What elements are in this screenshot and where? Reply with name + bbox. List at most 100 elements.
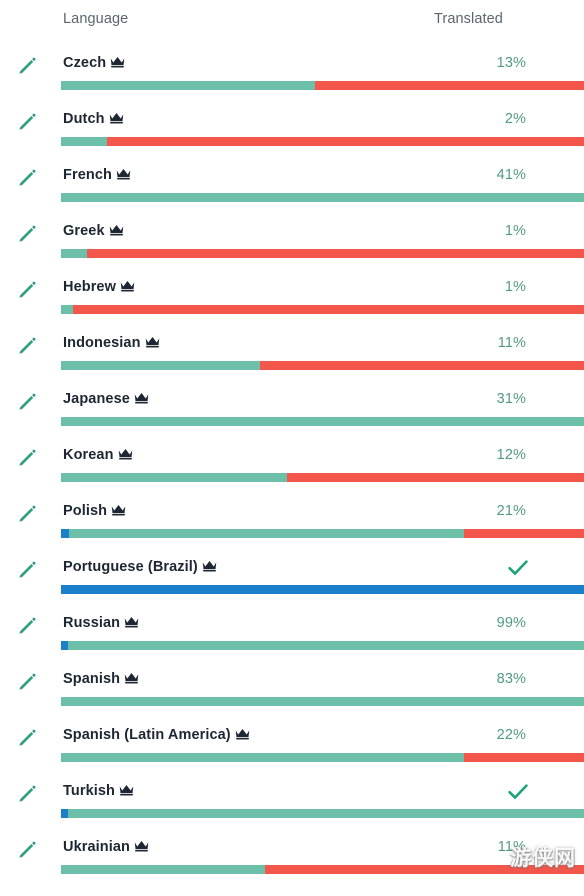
language-name-label: Spanish (Latin America) <box>63 727 231 743</box>
language-row: Spanish 83% <box>0 658 584 714</box>
language-name[interactable]: Korean <box>63 447 133 463</box>
language-name[interactable]: Indonesian <box>63 335 160 351</box>
progress-segment-green <box>61 753 464 762</box>
language-name[interactable]: Portuguese (Brazil) <box>63 559 217 575</box>
language-name-label: Indonesian <box>63 335 141 351</box>
crown-icon <box>141 335 160 351</box>
language-name-label: Russian <box>63 615 121 631</box>
crown-icon <box>120 671 139 687</box>
progress-bar <box>61 81 584 90</box>
progress-segment-red <box>264 865 584 874</box>
language-name[interactable]: Czech <box>63 55 125 71</box>
language-name-label: Ukrainian <box>63 839 130 855</box>
pencil-icon[interactable] <box>17 784 37 804</box>
progress-bar <box>61 753 584 762</box>
language-name-label: French <box>63 167 112 183</box>
column-header-translated: Translated <box>434 11 503 27</box>
language-row: Indonesian 11% <box>0 322 584 378</box>
progress-segment-green <box>61 137 108 146</box>
translated-percent: 2% <box>504 111 526 127</box>
translated-percent: 41% <box>496 167 526 183</box>
language-row: Korean 12% <box>0 434 584 490</box>
progress-segment-blue <box>61 585 584 594</box>
progress-bar <box>61 249 584 258</box>
language-name[interactable]: Greek <box>63 223 124 239</box>
language-name-label: Japanese <box>63 391 130 407</box>
translated-percent: 11% <box>497 335 526 351</box>
language-list: Czech 13% Dutch 2% French 41% Greek 1% Hebrew 1% I… <box>0 42 584 882</box>
progress-bar <box>61 137 584 146</box>
translated-percent: 83% <box>496 671 526 687</box>
progress-segment-green <box>67 809 584 818</box>
pencil-icon[interactable] <box>17 56 37 76</box>
progress-bar <box>61 641 584 650</box>
pencil-icon[interactable] <box>17 392 37 412</box>
translated-percent: 12% <box>496 447 526 463</box>
progress-segment-green <box>61 193 584 202</box>
pencil-icon[interactable] <box>17 168 37 188</box>
language-row: Czech 13% <box>0 42 584 98</box>
language-name[interactable]: Polish <box>63 503 126 519</box>
progress-segment-red <box>107 137 584 146</box>
language-name[interactable]: French <box>63 167 131 183</box>
progress-bar <box>61 529 584 538</box>
progress-bar <box>61 809 584 818</box>
check-icon <box>508 559 528 577</box>
translated-percent: 13% <box>496 55 526 71</box>
progress-bar <box>61 473 584 482</box>
crown-icon <box>120 615 139 631</box>
language-name-label: Spanish <box>63 671 121 687</box>
language-name[interactable]: Spanish (Latin America) <box>63 727 250 743</box>
progress-segment-red <box>87 249 584 258</box>
translated-percent: 11% <box>497 839 526 855</box>
language-name[interactable]: Russian <box>63 615 139 631</box>
progress-segment-green <box>61 361 260 370</box>
progress-segment-green <box>67 641 584 650</box>
pencil-icon[interactable] <box>17 560 37 580</box>
crown-icon <box>107 503 126 519</box>
progress-segment-red <box>286 473 584 482</box>
language-name[interactable]: Ukrainian <box>63 839 149 855</box>
column-header-language: Language <box>63 11 129 27</box>
language-row: French 41% <box>0 154 584 210</box>
pencil-icon[interactable] <box>17 728 37 748</box>
language-row: Japanese 31% <box>0 378 584 434</box>
pencil-icon[interactable] <box>17 336 37 356</box>
pencil-icon[interactable] <box>17 504 37 524</box>
progress-bar <box>61 697 584 706</box>
language-name[interactable]: Dutch <box>63 111 124 127</box>
progress-segment-blue <box>61 641 68 650</box>
pencil-icon[interactable] <box>17 616 37 636</box>
progress-segment-green <box>61 305 73 314</box>
language-row: Greek 1% <box>0 210 584 266</box>
translated-percent: 31% <box>496 391 526 407</box>
language-row: Spanish (Latin America) 22% <box>0 714 584 770</box>
progress-segment-red <box>463 753 584 762</box>
pencil-icon[interactable] <box>17 224 37 244</box>
translated-percent: 1% <box>504 223 526 239</box>
pencil-icon[interactable] <box>17 112 37 132</box>
pencil-icon[interactable] <box>17 672 37 692</box>
language-name[interactable]: Japanese <box>63 391 149 407</box>
crown-icon <box>105 223 124 239</box>
pencil-icon[interactable] <box>17 840 37 860</box>
progress-segment-red <box>463 529 584 538</box>
crown-icon <box>115 783 134 799</box>
pencil-icon[interactable] <box>17 448 37 468</box>
language-name-label: Dutch <box>63 111 105 127</box>
language-name[interactable]: Hebrew <box>63 279 135 295</box>
pencil-icon[interactable] <box>17 280 37 300</box>
progress-segment-red <box>315 81 584 90</box>
crown-icon <box>198 559 217 575</box>
crown-icon <box>116 279 135 295</box>
language-name[interactable]: Turkish <box>63 783 134 799</box>
language-name[interactable]: Spanish <box>63 671 139 687</box>
language-name-label: Hebrew <box>63 279 116 295</box>
check-icon <box>508 783 528 801</box>
progress-segment-green <box>61 697 584 706</box>
language-row: Ukrainian 11% <box>0 826 584 882</box>
translated-percent: 1% <box>504 279 526 295</box>
crown-icon <box>130 839 149 855</box>
progress-bar <box>61 361 584 370</box>
crown-icon <box>106 55 125 71</box>
